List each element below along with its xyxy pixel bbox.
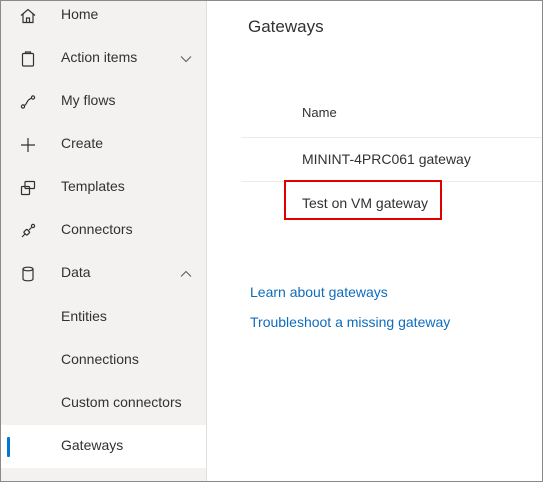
main-content: Gateways Name MININT-4PRC061 gateway Tes… xyxy=(207,1,542,481)
nav-item-my-flows[interactable]: My flows xyxy=(1,80,206,123)
selection-indicator xyxy=(7,437,10,457)
highlight-box xyxy=(284,180,442,220)
database-icon xyxy=(19,265,37,283)
nav-item-gateways[interactable]: Gateways xyxy=(1,425,206,468)
nav-item-label: My flows xyxy=(61,92,116,108)
table-row[interactable]: MININT-4PRC061 gateway xyxy=(241,138,542,181)
home-icon xyxy=(19,7,37,25)
connector-icon xyxy=(19,222,37,240)
nav-item-label: Action items xyxy=(61,49,138,65)
nav-item-label: Home xyxy=(61,6,99,22)
page-title: Gateways xyxy=(248,17,324,36)
templates-icon xyxy=(19,179,37,197)
nav-item-label: Templates xyxy=(61,178,125,194)
flow-icon xyxy=(19,93,37,111)
nav-item-label: Connectors xyxy=(61,221,133,237)
app-window: Home Action items My flows Create Templa… xyxy=(0,0,543,482)
nav-item-connections[interactable]: Connections xyxy=(1,339,206,382)
nav-item-create[interactable]: Create xyxy=(1,123,206,166)
nav-item-data[interactable]: Data xyxy=(1,252,206,295)
column-header-name[interactable]: Name xyxy=(302,105,337,120)
chevron-up-icon[interactable] xyxy=(179,267,193,281)
nav-item-label: Create xyxy=(61,135,104,151)
nav-item-entities[interactable]: Entities xyxy=(1,296,206,339)
plus-icon xyxy=(19,136,37,154)
nav-item-home[interactable]: Home xyxy=(1,1,206,37)
nav-item-connectors[interactable]: Connectors xyxy=(1,209,206,252)
nav-item-label: Entities xyxy=(61,308,107,324)
learn-about-gateways-link[interactable]: Learn about gateways xyxy=(250,284,388,300)
sidebar-bottom xyxy=(1,468,206,481)
nav-item-label: Custom connectors xyxy=(61,394,182,410)
chevron-down-icon[interactable] xyxy=(179,52,193,66)
nav-item-label: Data xyxy=(61,264,91,280)
left-nav: Home Action items My flows Create Templa… xyxy=(1,1,207,481)
nav-item-action-items[interactable]: Action items xyxy=(1,37,206,80)
clipboard-icon xyxy=(19,50,37,68)
nav-item-custom-connectors[interactable]: Custom connectors xyxy=(1,382,206,425)
nav-item-label: Connections xyxy=(61,351,139,367)
gateway-name: MININT-4PRC061 gateway xyxy=(302,151,471,167)
troubleshoot-gateway-link[interactable]: Troubleshoot a missing gateway xyxy=(250,314,450,330)
nav-item-templates[interactable]: Templates xyxy=(1,166,206,209)
nav-item-label: Gateways xyxy=(61,437,124,453)
